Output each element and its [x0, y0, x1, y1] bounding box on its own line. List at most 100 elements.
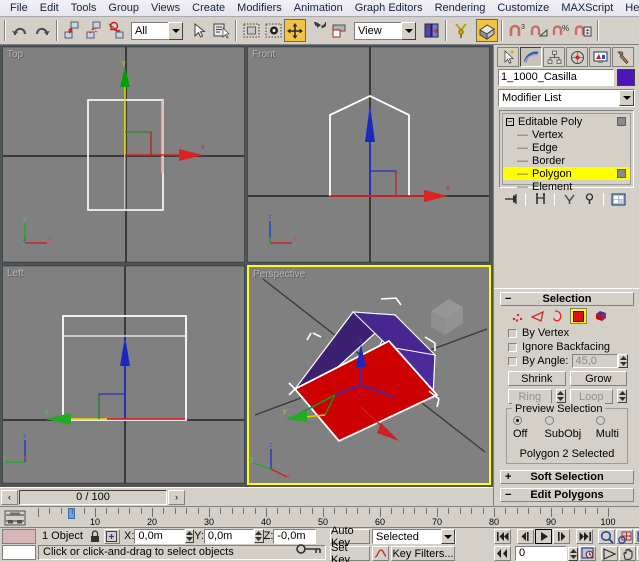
shrink-button[interactable]: Shrink — [508, 371, 566, 386]
rollout-expand-icon[interactable]: + — [505, 471, 511, 483]
snaps-toggle-3d-button[interactable]: 3 — [506, 19, 528, 42]
configure-modifier-sets-icon[interactable] — [609, 192, 627, 208]
stack-item-toggle[interactable] — [617, 169, 626, 178]
select-and-move-button[interactable] — [284, 19, 306, 42]
x-spinner[interactable] — [185, 529, 195, 543]
ring-spinner[interactable] — [556, 389, 566, 403]
key-icon[interactable] — [296, 542, 322, 556]
loop-button[interactable]: Loop — [570, 389, 614, 404]
absolute-relative-transform-icon[interactable] — [104, 529, 120, 544]
x-coordinate-field[interactable]: 0,0m — [134, 529, 184, 544]
track-bar[interactable]: 102030405060708090100 — [0, 506, 639, 528]
tab-modify[interactable] — [520, 47, 542, 67]
open-mini-curve-editor-icon[interactable] — [2, 509, 28, 527]
edge-icon[interactable] — [530, 309, 545, 323]
y-coordinate-field[interactable]: 0,0m — [204, 529, 254, 544]
time-slider-handle[interactable]: 0 / 100 — [19, 490, 167, 505]
show-end-result-checkbox[interactable] — [617, 117, 626, 126]
element-icon[interactable] — [593, 309, 608, 324]
by-angle-spinner[interactable] — [618, 354, 628, 368]
stack-item-border[interactable]: — Border — [503, 154, 630, 167]
select-object-button[interactable] — [188, 19, 210, 42]
polygon-icon[interactable] — [570, 308, 587, 324]
key-mode-toggle-icon[interactable] — [494, 546, 511, 561]
zoom-extents-button[interactable] — [634, 529, 639, 544]
viewport-left[interactable]: Left z y z y — [2, 265, 245, 484]
stack-item-polygon[interactable]: — Polygon — [503, 167, 630, 180]
menu-item-rendering[interactable]: Rendering — [429, 1, 492, 16]
menu-item-edit[interactable]: Edit — [34, 1, 65, 16]
tab-utilities[interactable] — [612, 47, 634, 67]
modifier-stack[interactable]: − Editable Poly — Vertex — Edge — Border — [499, 110, 634, 188]
current-frame-field[interactable]: 0 — [515, 546, 567, 561]
goto-end-button[interactable] — [576, 529, 593, 544]
pan-button[interactable] — [619, 546, 636, 561]
mini-listener-bottom[interactable] — [2, 545, 36, 560]
menu-item-maxscript[interactable]: MAXScript — [555, 1, 619, 16]
undo-button[interactable] — [9, 19, 31, 42]
pin-stack-icon[interactable] — [502, 192, 520, 208]
tab-display[interactable] — [589, 47, 611, 67]
chevron-down-icon[interactable] — [619, 90, 634, 106]
use-pivot-point-center-button[interactable] — [420, 19, 442, 42]
selection-lock-icon[interactable] — [87, 530, 104, 543]
menu-item-help[interactable]: Help — [619, 1, 639, 16]
chevron-down-icon[interactable] — [441, 529, 455, 544]
by-angle-value-field[interactable]: 45,0 — [572, 354, 618, 368]
preview-option-off[interactable]: Off — [513, 416, 537, 440]
tab-create[interactable] — [497, 47, 519, 67]
rollout-soft-selection-header[interactable]: + Soft Selection — [500, 470, 634, 484]
radio-off[interactable] — [513, 416, 522, 425]
redo-button[interactable] — [31, 19, 53, 42]
make-unique-icon[interactable] — [560, 192, 578, 208]
preview-option-subobj[interactable]: SubObj — [545, 416, 588, 440]
percent-snap-toggle-button[interactable]: % — [550, 19, 572, 42]
unlink-selection-button[interactable] — [83, 19, 105, 42]
object-name-field[interactable]: 1_1000_Casilla — [498, 69, 614, 86]
rollout-collapse-icon[interactable]: − — [505, 489, 511, 501]
by-angle-checkbox[interactable] — [508, 357, 517, 366]
preview-option-multi[interactable]: Multi — [596, 416, 627, 440]
menu-item-views[interactable]: Views — [145, 1, 186, 16]
menu-item-group[interactable]: Group — [102, 1, 145, 16]
key-mode-combo[interactable]: Selected — [372, 529, 456, 544]
rollout-edit-polygons-header[interactable]: − Edit Polygons — [500, 488, 634, 502]
grow-button[interactable]: Grow — [570, 371, 628, 386]
rollout-selection-header[interactable]: − Selection — [500, 292, 634, 306]
selection-filter-combo[interactable]: All — [131, 22, 183, 40]
menu-item-customize[interactable]: Customize — [491, 1, 555, 16]
goto-start-button[interactable] — [494, 529, 511, 544]
show-end-result-icon[interactable] — [531, 192, 549, 208]
zoom-button[interactable] — [598, 529, 615, 544]
rollout-collapse-icon[interactable]: − — [505, 293, 511, 305]
menu-item-create[interactable]: Create — [186, 1, 231, 16]
ring-button[interactable]: Ring — [508, 389, 552, 404]
rectangular-selection-region-button[interactable] — [240, 19, 262, 42]
spinner-snap-toggle-button[interactable] — [572, 19, 594, 42]
rollout-scroll-area[interactable]: − Selection — [494, 288, 639, 512]
object-color-swatch[interactable] — [617, 69, 635, 86]
stack-item-edge[interactable]: — Edge — [503, 141, 630, 154]
tab-motion[interactable] — [566, 47, 588, 67]
ignore-backfacing-checkbox[interactable] — [508, 343, 517, 352]
zoom-all-button[interactable] — [616, 529, 633, 544]
menu-item-animation[interactable]: Animation — [288, 1, 349, 16]
stack-item-element[interactable]: — Element — [503, 180, 630, 193]
set-key-button[interactable]: Set Key — [330, 546, 370, 561]
bind-to-space-warp-button[interactable] — [105, 19, 127, 42]
angle-snap-toggle-button[interactable] — [528, 19, 550, 42]
previous-frame-button[interactable] — [517, 529, 534, 544]
current-frame-spinner[interactable] — [568, 547, 578, 561]
select-by-name-button[interactable] — [210, 19, 232, 42]
remove-modifier-icon[interactable] — [580, 192, 598, 208]
select-and-link-button[interactable] — [61, 19, 83, 42]
play-button[interactable] — [535, 529, 552, 544]
select-and-manipulate-button[interactable] — [450, 19, 472, 42]
border-icon[interactable] — [551, 309, 564, 323]
expand-minus-icon[interactable]: − — [506, 118, 514, 126]
snaps-toggle-button[interactable] — [476, 19, 498, 42]
reference-coordinate-system-combo[interactable]: View — [354, 22, 416, 40]
y-spinner[interactable] — [254, 529, 264, 543]
menu-item-tools[interactable]: Tools — [65, 1, 103, 16]
chevron-down-icon[interactable] — [168, 22, 183, 40]
